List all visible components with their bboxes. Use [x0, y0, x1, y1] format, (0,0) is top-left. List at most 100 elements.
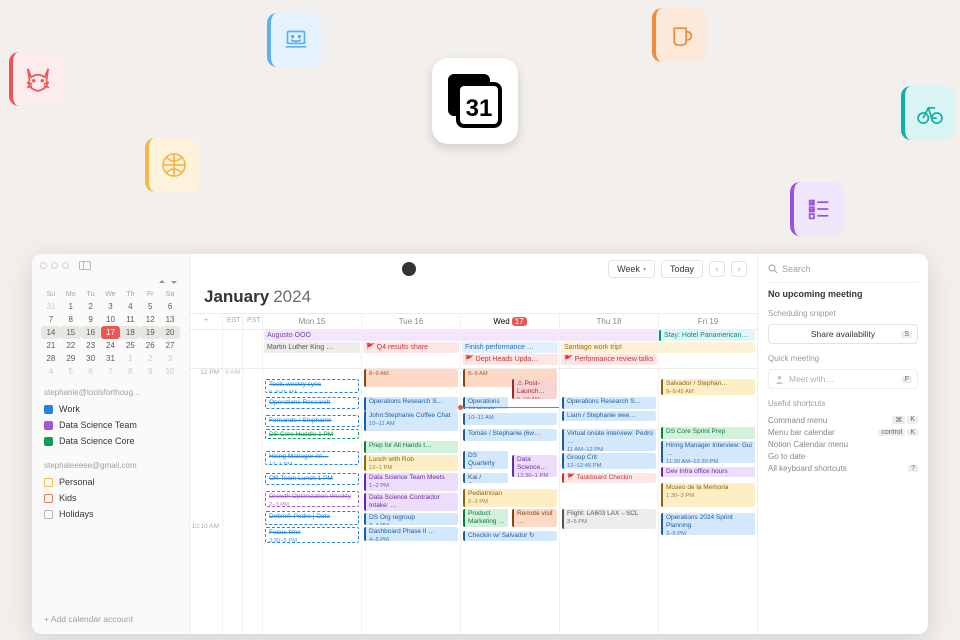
calendar-toggle[interactable]: Kids [40, 490, 181, 506]
calendar-event[interactable]: OR Team Lunch 1 PM [265, 473, 359, 485]
day-column[interactable]: Operations Research S…Liam / Stephanie w… [559, 369, 658, 634]
mini-date[interactable]: 12 [140, 313, 160, 326]
calendar-event[interactable]: Pediatrician2–3 PM [463, 489, 557, 507]
add-account-button[interactable]: + Add calendar account [32, 604, 189, 634]
mini-date[interactable]: 29 [61, 352, 81, 365]
mini-next-icon[interactable] [169, 277, 179, 287]
calendar-event[interactable]: Kai / Steph… [463, 473, 508, 483]
add-tz-button[interactable]: + [190, 314, 222, 329]
mini-date[interactable]: 10 [101, 313, 121, 326]
day-column[interactable]: 8–9 AM⚠ Post-Launch…9–10 AMOperations Al… [460, 369, 559, 634]
traffic-close[interactable] [40, 262, 47, 269]
mini-date[interactable]: 3 [160, 352, 180, 365]
mini-date[interactable]: 1 [61, 300, 81, 313]
calendar-event[interactable]: Checkin w/ Salvador ↻ [463, 531, 557, 541]
calendar-toggle[interactable]: Data Science Team [40, 417, 181, 433]
mini-date[interactable]: 9 [140, 365, 160, 378]
mini-date[interactable]: 31 [41, 300, 61, 313]
calendar-event[interactable]: Fernando / Stephanie [265, 415, 359, 427]
mini-date[interactable]: 5 [61, 365, 81, 378]
calendar-event[interactable]: Operations Research S… [562, 397, 656, 409]
view-selector[interactable]: Week▾ [608, 260, 655, 278]
mini-date[interactable]: 30 [81, 352, 101, 365]
calendar-event[interactable]: DS Core Sprint Prep [661, 427, 755, 439]
mini-date[interactable]: 8 [120, 365, 140, 378]
calendar-event[interactable]: Tools weekly sync9–9:45 AM [265, 379, 359, 393]
allday-event[interactable]: Stay: Hotel Panamerican… [659, 330, 755, 341]
mini-prev-icon[interactable] [157, 277, 167, 287]
mini-date[interactable]: 15 [61, 326, 81, 339]
mini-date[interactable]: 2 [81, 300, 101, 313]
traffic-max[interactable] [62, 262, 69, 269]
shortcut-row[interactable]: Command menu⌘K [768, 414, 918, 426]
day-column[interactable]: Tools weekly sync9–9:45 AMOperations Res… [262, 369, 361, 634]
calendar-event[interactable]: Hiring Manager int…12–1 PM [265, 451, 359, 465]
calendar-event[interactable]: Group Crit12–12:45 PM [562, 453, 656, 469]
calendar-event[interactable]: Dashboard Phase II …4–5 PM [364, 527, 458, 541]
calendar-event[interactable]: 8–9 AM [364, 369, 458, 387]
calendar-event[interactable]: Virtual onsite interview: Pedro …11 AM–1… [562, 429, 656, 451]
day-column[interactable]: 8–9 AM Operations Research S…John:Stephan… [361, 369, 460, 634]
event-grid[interactable]: 12 PM10:10 AM4 PM9 AMTools weekly sync9–… [190, 369, 757, 634]
calendar-event[interactable]: Operations 2024 Sprint Planning3–5 PM [661, 513, 755, 535]
next-week-button[interactable]: › [731, 261, 747, 277]
search-input[interactable]: Search [768, 260, 918, 283]
mini-date[interactable]: 6 [160, 300, 180, 313]
mini-date[interactable]: 13 [160, 313, 180, 326]
mini-date[interactable]: 21 [41, 339, 61, 352]
mini-date[interactable]: 27 [160, 339, 180, 352]
shortcut-row[interactable]: Notion Calendar menu [768, 438, 918, 450]
mini-date[interactable]: 20 [160, 326, 180, 339]
calendar-event[interactable]: Growth Optimization Weekly2–3 PM [265, 491, 359, 507]
allday-event[interactable]: 🚩 Q4 results share [363, 342, 459, 353]
calendar-event[interactable]: 🚩 Taskboard Checkin [562, 473, 656, 483]
calendar-event[interactable]: John:Stephanie Coffee Chat10–11 AM [364, 411, 458, 431]
calendar-event[interactable]: ⚠ Post-Launch…9–10 AM [512, 379, 557, 399]
mini-date[interactable]: 4 [120, 300, 140, 313]
calendar-event[interactable]: Data Science Contractor Intake: …2–3 PM [364, 493, 458, 511]
shortcut-row[interactable]: Menu bar calendarcontrolK [768, 426, 918, 438]
prev-week-button[interactable]: ‹ [709, 261, 725, 277]
traffic-min[interactable] [51, 262, 58, 269]
calendar-event[interactable]: Focus time3:30–5 PM [265, 527, 359, 543]
mini-date[interactable]: 8 [61, 313, 81, 326]
calendar-event[interactable]: 10–11 AM [463, 413, 557, 425]
toggle-sidebar-icon[interactable] [79, 261, 91, 270]
mini-date[interactable]: 7 [41, 313, 61, 326]
today-button[interactable]: Today [661, 260, 703, 278]
calendar-event[interactable]: DS Quarterly Outreach12–1 PM [463, 451, 508, 469]
mini-date[interactable]: 10 [160, 365, 180, 378]
calendar-event[interactable]: Product Marketing …3:30–4:30 PM [463, 509, 508, 527]
share-availability-button[interactable]: Share availabilityS [768, 324, 918, 344]
calendar-event[interactable]: Dev Infra office hours [661, 467, 755, 477]
mini-date[interactable]: 24 [101, 339, 121, 352]
calendar-event[interactable]: Museo de la Memoria1:30–3 PM [661, 483, 755, 507]
mini-date[interactable]: 11 [120, 313, 140, 326]
calendar-event[interactable]: DS Org regroup3–4 PM [364, 513, 458, 525]
mini-date[interactable]: 17 [101, 326, 121, 339]
calendar-event[interactable]: Data Science…12:30–1 PM [512, 455, 557, 477]
mini-date[interactable]: 22 [61, 339, 81, 352]
calendar-toggle[interactable]: Data Science Core [40, 433, 181, 449]
mini-date[interactable]: 2 [140, 352, 160, 365]
calendar-event[interactable]: Tomás / Stephanie (6w… [463, 429, 557, 441]
mini-calendar[interactable]: SuMoTuWeThFrSa31123456789101112131415161… [32, 289, 189, 378]
calendar-event[interactable]: DS Core Huddle 1 PM [265, 429, 359, 439]
allday-event[interactable]: Finish performance … [462, 342, 558, 353]
calendar-event[interactable]: Remote visit …3–4 PM [512, 509, 557, 527]
calendar-event[interactable]: Operations Research S… [364, 397, 458, 411]
mini-date[interactable]: 18 [120, 326, 140, 339]
mini-date[interactable]: 1 [120, 352, 140, 365]
mini-date[interactable]: 19 [140, 326, 160, 339]
mini-date[interactable]: 7 [101, 365, 121, 378]
allday-event[interactable]: Martin Luther King … [264, 342, 360, 353]
shortcut-row[interactable]: Go to date [768, 450, 918, 462]
calendar-event[interactable]: Debrief: Pedro | Data [265, 511, 359, 525]
calendar-toggle[interactable]: Holidays [40, 506, 181, 522]
shortcut-row[interactable]: All keyboard shortcuts? [768, 462, 918, 474]
mini-date[interactable]: 23 [81, 339, 101, 352]
calendar-event[interactable]: Data Science Team Meets1–2 PM [364, 473, 458, 491]
calendar-event[interactable]: Lunch with Rob12–1 PM [364, 455, 458, 471]
mini-date[interactable]: 14 [41, 326, 61, 339]
calendar-event[interactable]: Hiring Manager Interview: Gui …11:30 AM–… [661, 441, 755, 463]
